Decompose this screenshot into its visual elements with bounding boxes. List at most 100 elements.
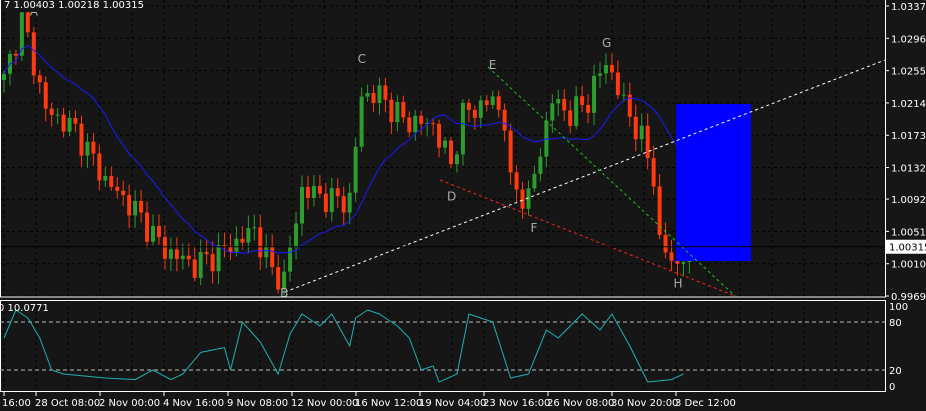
candle-body [139, 200, 144, 213]
y-tick-label: 1.01730 [891, 131, 926, 142]
candle-body [598, 73, 602, 76]
candle-body [79, 123, 84, 156]
candle-body [472, 109, 477, 118]
pattern-label-f: F [530, 221, 537, 235]
candle-body [121, 190, 126, 195]
candle-body [675, 260, 680, 264]
candle-body [574, 96, 579, 126]
oscillator-frame [0, 300, 886, 392]
candle-body [270, 246, 275, 268]
x-tick-label: 23 Nov 16:00 [483, 398, 550, 409]
y-tick-label: 1.01320 [891, 164, 926, 175]
candle-body [419, 115, 424, 124]
candle-body [85, 141, 90, 156]
candle-body [639, 125, 644, 140]
pattern-label-b: B [280, 286, 288, 300]
candle-body [645, 125, 650, 159]
candle-body [73, 117, 78, 124]
candle-body [61, 114, 66, 132]
candle-body [103, 175, 108, 181]
osc-tick-label: 80 [889, 318, 902, 329]
candle-body [395, 102, 400, 123]
candle-body [335, 188, 340, 197]
candle-body [413, 115, 418, 133]
candle-body [377, 85, 382, 103]
candle-body [151, 225, 155, 242]
candle-body [162, 237, 167, 259]
candle-body [371, 93, 376, 103]
x-tick-label: 19 Nov 04:00 [419, 398, 486, 409]
candle-body [532, 173, 537, 189]
candle-body [294, 223, 299, 248]
candle-body [311, 185, 316, 199]
moving-average-line [3, 44, 690, 254]
candle-body [115, 186, 120, 191]
candle-body [347, 192, 352, 213]
candle-body [252, 227, 257, 229]
candle-body [13, 53, 18, 56]
candle-body [258, 227, 263, 258]
candle-body [401, 102, 406, 118]
candle-body [145, 212, 150, 242]
candle-body [97, 153, 102, 181]
candle-body [562, 98, 567, 111]
candle-body [55, 114, 60, 116]
x-tick-label: 4 Nov 16:00 [163, 398, 224, 409]
candle-body [323, 193, 328, 213]
y-tick-label: 1.02550 [891, 67, 926, 78]
price-chart[interactable]: 1.03370 1.02960 1.02550 1.02140 1.01730 1.013… [0, 0, 926, 411]
candle-body [264, 246, 269, 258]
candle-body [454, 154, 459, 165]
y-tick-label: 1.03370 [891, 2, 926, 13]
ohlc-readout: 7 1.00403 1.00218 1.00315 [2, 0, 146, 12]
x-tick-label: 26 Nov 08:00 [547, 398, 614, 409]
candle-body [502, 109, 507, 131]
candle-body [383, 85, 388, 100]
candle-body [484, 100, 489, 106]
candle-body [508, 130, 513, 173]
candle-body [91, 141, 96, 154]
candle-body [317, 185, 322, 194]
pattern-label-e: E [489, 58, 497, 72]
candle-body [192, 259, 197, 278]
candle-body [550, 103, 555, 121]
candle-body [329, 188, 334, 213]
candle-body [389, 99, 394, 123]
candle-body [556, 98, 561, 104]
candle-body [2, 73, 6, 81]
candle-body [186, 255, 191, 260]
candle-body [216, 245, 221, 272]
candle-body [603, 64, 608, 74]
candle-body [156, 225, 161, 238]
current-price-label: 1.00315 [889, 243, 926, 254]
candle-body [341, 196, 346, 213]
candle-body [431, 123, 436, 125]
candle-body [490, 96, 495, 106]
y-tick-label: 1.00100 [891, 260, 926, 271]
candle-body [288, 247, 293, 272]
candle-body [37, 75, 42, 83]
main-frame [0, 0, 886, 298]
candle-body [615, 72, 620, 96]
osc-tick-label: 0 [889, 382, 895, 393]
pattern-label-d: D [447, 190, 456, 204]
candle-body [246, 228, 251, 243]
candle-body [621, 94, 626, 96]
y-tick-label: 1.00510 [891, 227, 926, 238]
y-tick-label: 1.02960 [891, 34, 926, 45]
candle-body [460, 102, 465, 155]
osc-tick-label: 20 [889, 366, 902, 377]
candle-body [210, 254, 215, 272]
x-tick-label: 28 Oct 08:00 [35, 398, 100, 409]
x-tick-label: 12 Nov 00:00 [291, 398, 358, 409]
candle-body [204, 252, 209, 255]
candle-body [365, 93, 370, 97]
candle-body [663, 234, 668, 253]
target-zone-box [676, 104, 751, 261]
candle-body [478, 100, 483, 118]
candle-body [633, 116, 638, 140]
candle-body [466, 102, 471, 110]
y-tick-label: 1.00920 [891, 195, 926, 206]
candle-body [174, 249, 179, 259]
pattern-label-g: G [602, 36, 611, 50]
